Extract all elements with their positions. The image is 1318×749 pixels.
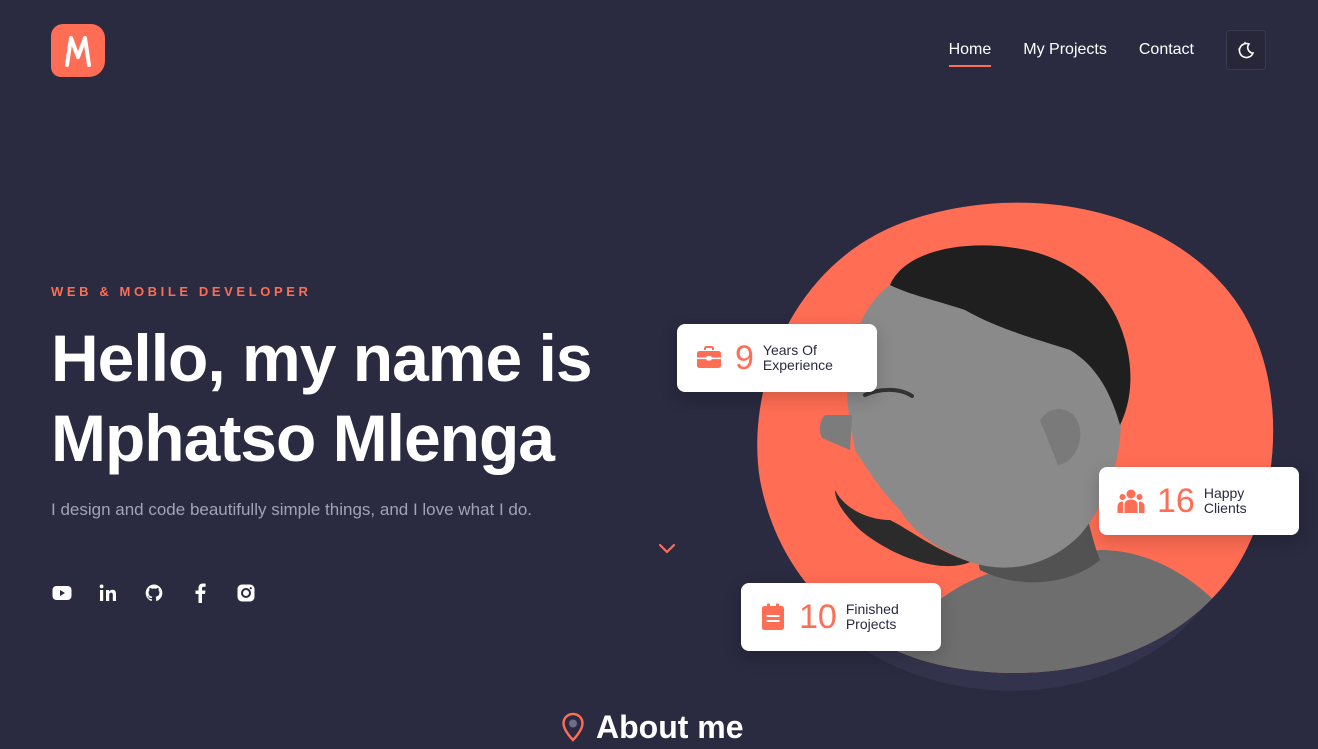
instagram-icon[interactable] [235,582,257,604]
moon-icon [1238,41,1255,59]
nav-home[interactable]: Home [948,30,991,70]
facebook-icon[interactable] [189,582,211,604]
nav-contact[interactable]: Contact [1139,30,1194,70]
stat-label: Finished Projects [846,602,926,632]
about-section-header: About me [560,705,744,749]
clipboard-icon [759,603,787,631]
stat-label-line1: Finished [845,601,899,617]
stat-label-line1: Happy [1203,485,1245,501]
stat-card-projects: 10 Finished Projects [741,583,941,651]
stat-number: 16 [1157,482,1195,520]
nav-my-projects[interactable]: My Projects [1023,30,1107,70]
stat-label: Happy Clients [1204,486,1284,516]
hero-title: Hello, my name is Mphatso Mlenga [51,318,671,478]
brand-logo[interactable] [51,24,105,77]
hero-title-line1: Hello, my name is [51,321,593,395]
stat-label-line2: Projects [845,616,897,632]
stat-label-line2: Experience [762,357,833,373]
stat-number: 9 [735,339,754,377]
theme-toggle-button[interactable] [1226,30,1266,70]
stat-card-experience: 9 Years Of Experience [677,324,877,392]
linkedin-icon[interactable] [97,582,119,604]
top-nav: Home My Projects Contact [948,30,1266,70]
logo-mark [65,35,91,67]
stat-number: 10 [799,598,837,636]
youtube-icon[interactable] [51,582,73,604]
users-icon [1117,487,1145,515]
hero-title-line2: Mphatso Mlenga [51,401,555,475]
briefcase-icon [695,344,723,372]
stat-label-line2: Clients [1203,500,1247,516]
stat-card-clients: 16 Happy Clients [1099,467,1299,535]
hero-eyebrow: WEB & MOBILE DEVELOPER [51,284,312,299]
location-pin-icon [562,712,584,742]
stat-label-line1: Years Of [762,342,817,358]
hero-description: I design and code beautifully simple thi… [51,500,533,519]
stat-label: Years Of Experience [763,343,843,373]
github-icon[interactable] [143,582,165,604]
social-links [51,582,281,604]
chevron-down-icon[interactable] [657,540,677,556]
about-title: About me [596,709,744,745]
